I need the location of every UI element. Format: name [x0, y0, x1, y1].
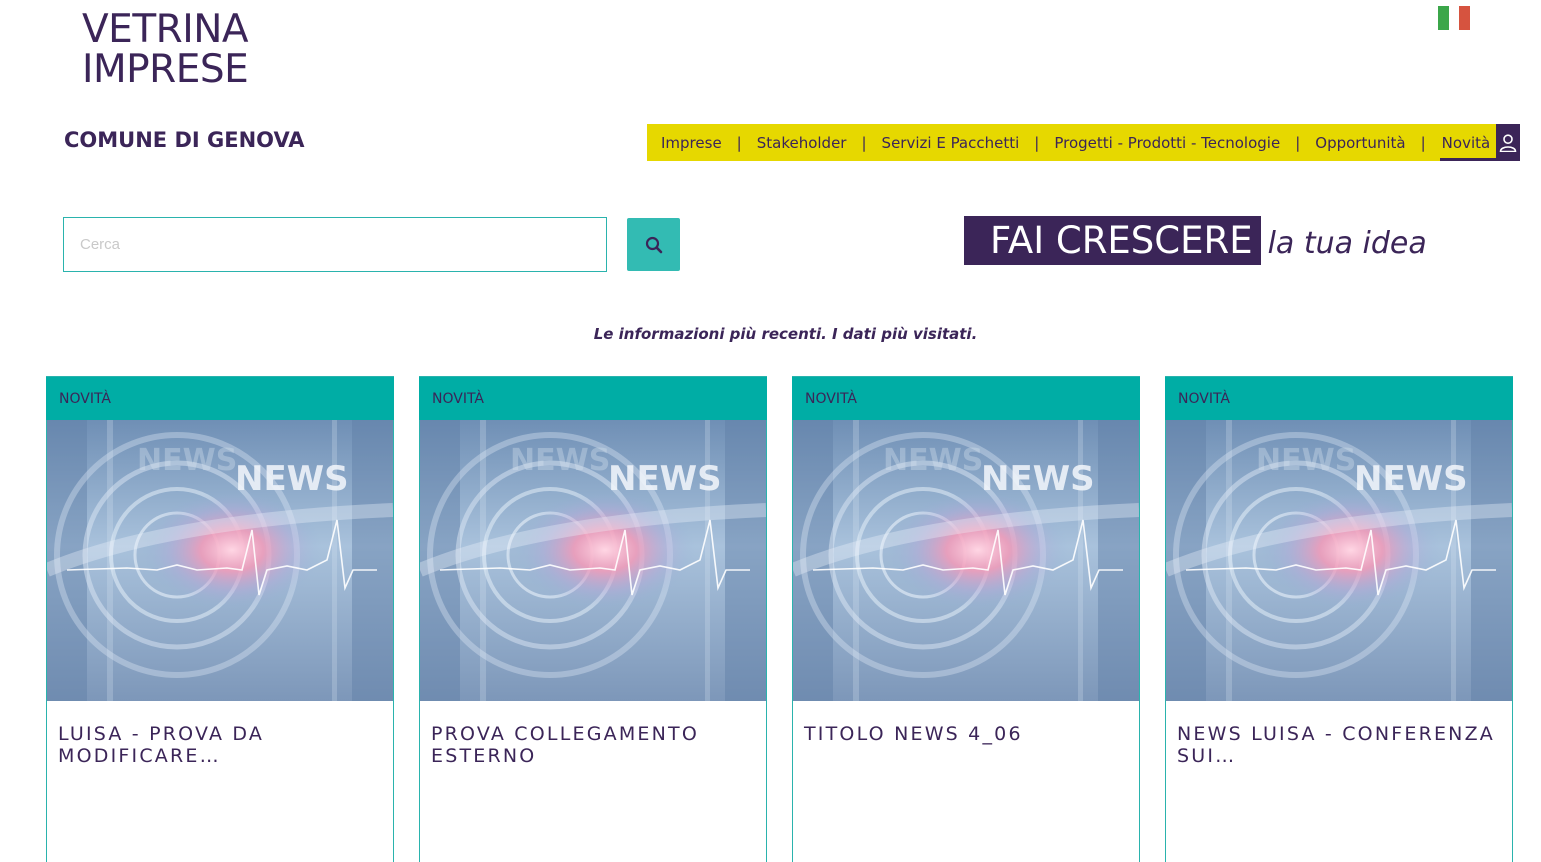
nav-item-stakeholder[interactable]: Stakeholder [756, 124, 848, 161]
tagline-highlight: FAI CRESCERE [964, 216, 1261, 265]
nav-separator: | [1420, 133, 1426, 152]
news-card[interactable]: NOVITÀ TITOLO NEWS 4_06 [792, 376, 1140, 862]
nav-separator: | [736, 133, 742, 152]
logo-line-1: VETRINA [82, 7, 249, 52]
italian-flag-icon[interactable] [1438, 6, 1471, 30]
card-title[interactable]: LUISA - PROVA DA MODIFICARE… [47, 701, 393, 767]
card-title[interactable]: PROVA COLLEGAMENTO ESTERNO [420, 701, 766, 767]
search-button[interactable] [627, 218, 680, 271]
nav-separator: | [1034, 133, 1040, 152]
news-card[interactable]: NOVITÀ LUISA - PROVA DA MODIFICARE… [46, 376, 394, 862]
tagline: FAI CRESCERE la tua idea [964, 216, 1427, 265]
search-icon [645, 236, 662, 253]
card-category: NOVITÀ [46, 376, 394, 420]
site-logo[interactable]: VETRINA IMPRESE [82, 7, 249, 92]
nav-item-novita[interactable]: Novità [1439, 124, 1497, 161]
nav-item-opportunita[interactable]: Opportunità [1314, 124, 1406, 161]
section-subtitle: Le informazioni più recenti. I dati più … [593, 325, 978, 343]
card-category: NOVITÀ [1165, 376, 1513, 420]
news-image [47, 420, 393, 701]
user-icon [1499, 133, 1517, 152]
nav-item-imprese[interactable]: Imprese [660, 124, 723, 161]
card-title[interactable]: NEWS LUISA - CONFERENZA SUI… [1166, 701, 1512, 767]
logo-line-2: IMPRESE [82, 47, 249, 92]
nav-separator: | [861, 133, 867, 152]
news-card[interactable]: NOVITÀ NEWS LUISA - CONFERENZA SUI… [1165, 376, 1513, 862]
page: VETRINA IMPRESE COMUNE DI GENOVA Imprese… [0, 0, 1541, 862]
tagline-italic: la tua idea [1267, 226, 1427, 261]
card-title[interactable]: TITOLO NEWS 4_06 [793, 701, 1139, 745]
news-image [420, 420, 766, 701]
nav-item-servizi[interactable]: Servizi E Pacchetti [881, 124, 1021, 161]
news-card[interactable]: NOVITÀ PROVA COLLEGAMENTO ESTERNO [419, 376, 767, 862]
search-input[interactable] [63, 217, 607, 272]
nav-bar: Imprese | Stakeholder | Servizi E Pacche… [647, 124, 1497, 161]
main-nav: Imprese | Stakeholder | Servizi E Pacche… [647, 124, 1520, 161]
card-category: NOVITÀ [792, 376, 1140, 420]
news-image [1166, 420, 1512, 701]
user-login-button[interactable] [1496, 124, 1520, 161]
news-image [793, 420, 1139, 701]
nav-item-progetti[interactable]: Progetti - Prodotti - Tecnologie [1053, 124, 1281, 161]
card-category: NOVITÀ [419, 376, 767, 420]
nav-separator: | [1295, 133, 1301, 152]
municipality-name: COMUNE DI GENOVA [64, 128, 305, 152]
